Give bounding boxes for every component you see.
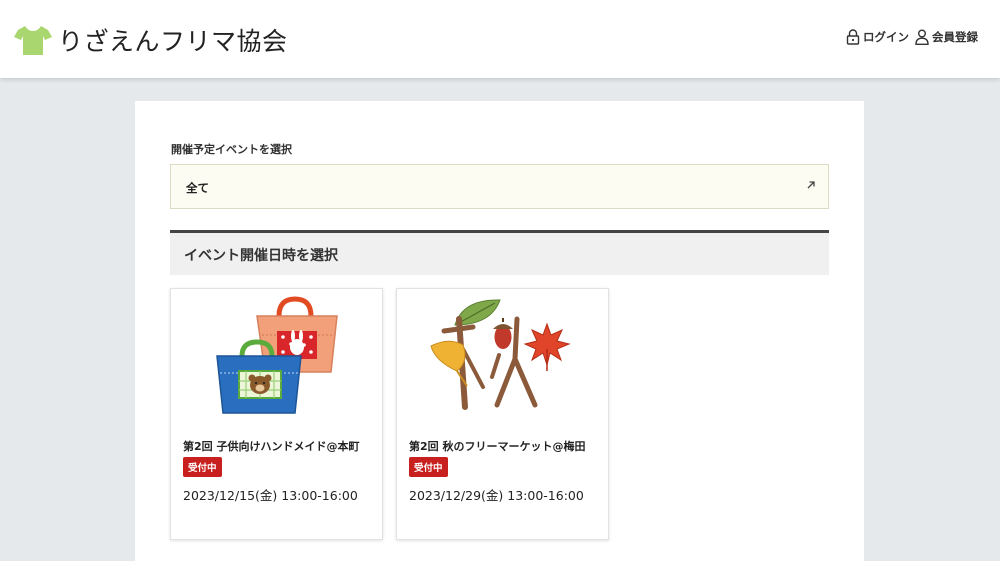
login-link[interactable]: ログイン: [846, 29, 909, 45]
site-header: りざえんフリマ協会 ログイン 会員登録: [0, 0, 1000, 78]
tote-bags-image: [216, 296, 338, 414]
event-datetime: 2023/12/29(金) 13:00-16:00: [409, 488, 584, 503]
autumn-kanji-image: [430, 299, 571, 410]
header-nav: ログイン 会員登録: [846, 29, 978, 45]
login-label: ログイン: [863, 30, 909, 44]
status-badge: 受付中: [409, 457, 448, 477]
site-title: りざえんフリマ協会: [58, 27, 288, 56]
main-panel: 開催予定イベントを選択 全て イベント開催日時を選択 第2回 子供向けハンドメイ…: [135, 101, 864, 561]
user-icon: [915, 29, 929, 45]
event-select[interactable]: 全て: [170, 164, 829, 209]
event-select-value: 全て: [186, 181, 209, 195]
event-select-label: 開催予定イベントを選択: [171, 143, 292, 156]
site-logo[interactable]: りざえんフリマ協会: [14, 22, 288, 58]
date-section-title: イベント開催日時を選択: [184, 248, 338, 264]
register-link[interactable]: 会員登録: [915, 29, 978, 45]
event-datetime: 2023/12/15(金) 13:00-16:00: [183, 488, 358, 503]
event-title: 第2回 秋のフリーマーケット@梅田: [409, 440, 586, 453]
arrow-up-right-icon: [807, 181, 815, 189]
date-section-heading: イベント開催日時を選択: [170, 230, 829, 275]
event-card[interactable]: 第2回 秋のフリーマーケット@梅田 受付中 2023/12/29(金) 13:0…: [396, 288, 609, 540]
tshirt-logo-icon: [14, 26, 52, 55]
status-badge: 受付中: [183, 457, 222, 477]
event-card[interactable]: 第2回 子供向けハンドメイド@本町 受付中 2023/12/15(金) 13:0…: [170, 288, 383, 540]
event-title: 第2回 子供向けハンドメイド@本町: [183, 440, 360, 453]
lock-icon: [846, 29, 860, 45]
register-label: 会員登録: [932, 30, 978, 44]
